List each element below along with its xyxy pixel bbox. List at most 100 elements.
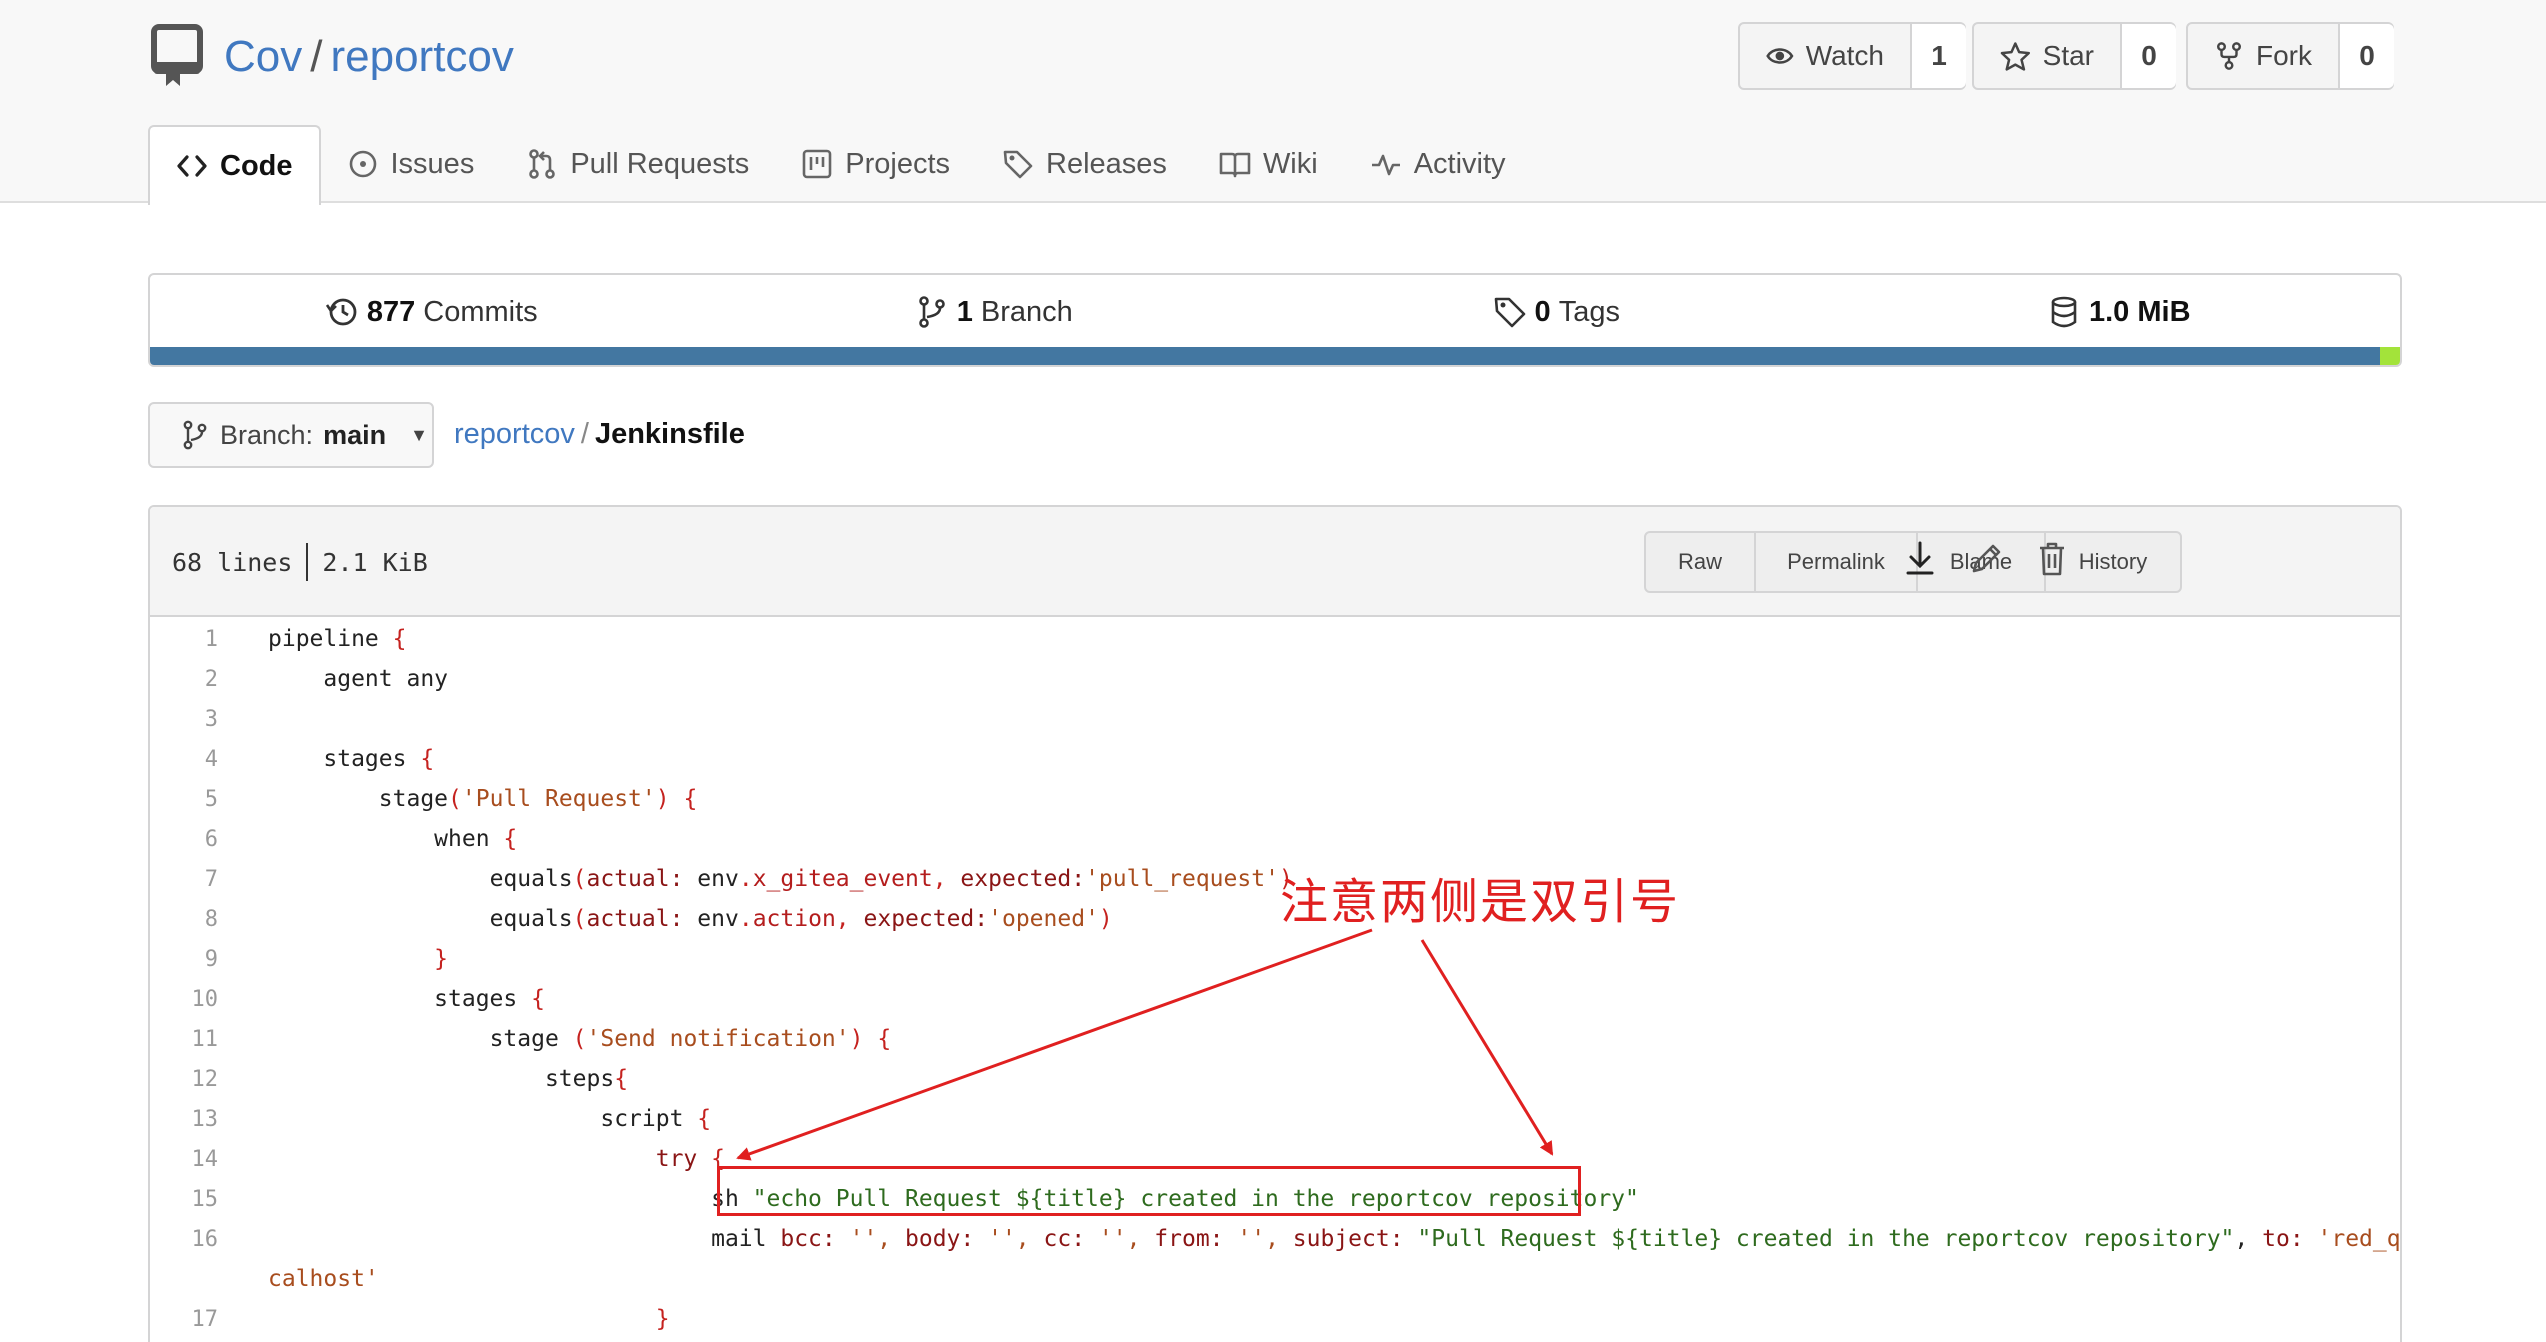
fork-count[interactable]: 0 — [2338, 24, 2394, 88]
code-token: , — [835, 906, 850, 932]
code-token: } — [655, 1306, 670, 1332]
repo-owner-link[interactable]: Cov — [224, 32, 302, 81]
code-token: , — [932, 866, 947, 892]
permalink-button[interactable]: Permalink — [1754, 533, 1916, 591]
tab-releases[interactable]: Releases — [976, 125, 1193, 203]
line-number[interactable]: 3 — [150, 707, 218, 732]
line-number[interactable]: 4 — [150, 747, 218, 772]
repo-name-link[interactable]: reportcov — [330, 32, 513, 81]
tab-pull-requests[interactable]: Pull Requests — [500, 125, 775, 203]
stat-tags[interactable]: 0 Tags — [1275, 295, 1838, 329]
branch-dropdown[interactable]: Branch: main ▼ — [148, 402, 434, 468]
file-meta: 68 lines 2.1 KiB — [172, 543, 428, 581]
raw-button[interactable]: Raw — [1646, 533, 1754, 591]
code-line-wrap: calhost' — [150, 1259, 2400, 1299]
stat-tags-value: 0 — [1534, 295, 1551, 328]
code-token: stages — [434, 986, 518, 1012]
star-count[interactable]: 0 — [2120, 24, 2176, 88]
line-number[interactable]: 12 — [150, 1067, 219, 1092]
download-icon[interactable] — [1902, 539, 1938, 579]
edit-icon[interactable] — [1968, 539, 2004, 579]
code-line: 2 agent any — [150, 659, 2400, 699]
line-number[interactable]: 8 — [150, 907, 218, 932]
branch-name: main — [323, 419, 387, 450]
line-number[interactable]: 15 — [150, 1187, 219, 1212]
code-block: 1 pipeline { 2 agent any 3 4 stages { 5 s… — [150, 617, 2401, 1339]
tag-icon — [1494, 297, 1525, 328]
code-token: actual: — [586, 906, 684, 932]
tag-icon — [1003, 150, 1033, 179]
code-token: . — [738, 866, 753, 892]
code-token: ( — [572, 866, 587, 892]
language-bar[interactable] — [150, 347, 2400, 365]
file-line-count: 68 lines — [172, 547, 293, 577]
code-token: bcc: — [780, 1226, 836, 1252]
line-number[interactable]: 7 — [150, 867, 218, 892]
line-number[interactable]: 13 — [150, 1107, 219, 1132]
repo-separator: / — [310, 32, 323, 81]
code-token: stage — [489, 1026, 573, 1052]
code-token: { — [503, 826, 518, 852]
code-token: expected: — [946, 866, 1086, 892]
code-token: 'pull_request' — [1085, 866, 1279, 892]
code-token: ( — [448, 786, 462, 812]
code-token: env — [683, 906, 739, 932]
star-button[interactable]: Star — [1974, 24, 2120, 88]
stat-commits-label: Commits — [423, 295, 538, 328]
annotation-box — [717, 1166, 1581, 1216]
code-token: from: — [1154, 1226, 1224, 1252]
code-token: calhost' — [268, 1266, 379, 1292]
fork-button[interactable]: Fork — [2188, 24, 2338, 88]
line-number[interactable]: 11 — [150, 1027, 219, 1052]
watch-button[interactable]: Watch — [1740, 24, 1910, 88]
stat-branches[interactable]: 1 Branch — [713, 295, 1276, 329]
code-token: , — [2234, 1226, 2263, 1252]
tab-activity[interactable]: Activity — [1344, 125, 1532, 203]
code-line: 4 stages { — [150, 739, 2400, 779]
breadcrumb-separator: / — [580, 418, 589, 450]
code-token: ( — [572, 1026, 587, 1052]
project-icon — [802, 149, 832, 179]
breadcrumb-file: Jenkinsfile — [594, 418, 745, 450]
breadcrumb: reportcov / Jenkinsfile — [454, 418, 745, 451]
line-number[interactable]: 16 — [150, 1227, 219, 1252]
code-icon — [177, 155, 207, 177]
database-icon — [2051, 296, 2077, 328]
watch-count[interactable]: 1 — [1910, 24, 1966, 88]
stat-branches-value: 1 — [956, 295, 973, 328]
line-number[interactable]: 9 — [150, 947, 218, 972]
star-icon — [2000, 42, 2030, 71]
trash-icon[interactable] — [2034, 539, 2070, 579]
line-number[interactable]: 1 — [150, 627, 218, 652]
branch-prefix: Branch: — [220, 419, 314, 450]
line-number[interactable]: 5 — [150, 787, 218, 812]
watch-label: Watch — [1805, 40, 1884, 71]
breadcrumb-repo-link[interactable]: reportcov — [454, 418, 575, 450]
code-token: agent any — [323, 666, 449, 692]
code-token: stage — [378, 786, 449, 812]
code-token: script — [600, 1106, 684, 1132]
code-token: to: — [2262, 1226, 2304, 1252]
stat-tags-label: Tags — [1558, 295, 1620, 328]
line-number[interactable]: 17 — [150, 1307, 219, 1332]
code-line: 10 stages { — [150, 979, 2400, 1019]
line-number[interactable]: 14 — [150, 1147, 219, 1172]
chevron-down-icon: ▼ — [410, 424, 428, 445]
stat-commits[interactable]: 877 Commits — [150, 295, 713, 329]
meta-divider — [306, 543, 309, 581]
stat-size-value: 1.0 MiB — [2088, 295, 2191, 328]
code-token: x_gitea_event — [752, 866, 933, 892]
tab-issues[interactable]: Issues — [321, 125, 501, 203]
tab-projects[interactable]: Projects — [775, 125, 976, 203]
line-number[interactable]: 6 — [150, 827, 218, 852]
code-token: expected: — [849, 906, 989, 932]
line-number[interactable]: 10 — [150, 987, 219, 1012]
code-token: 'red_queen@lo — [2317, 1226, 2401, 1252]
tab-code[interactable]: Code — [148, 125, 321, 205]
tab-wiki[interactable]: Wiki — [1193, 125, 1344, 203]
code-token: env — [683, 866, 739, 892]
code-token: '', — [1223, 1226, 1293, 1252]
code-token: actual: — [586, 866, 684, 892]
language-bar-secondary — [2380, 347, 2400, 365]
line-number[interactable]: 2 — [150, 667, 218, 692]
